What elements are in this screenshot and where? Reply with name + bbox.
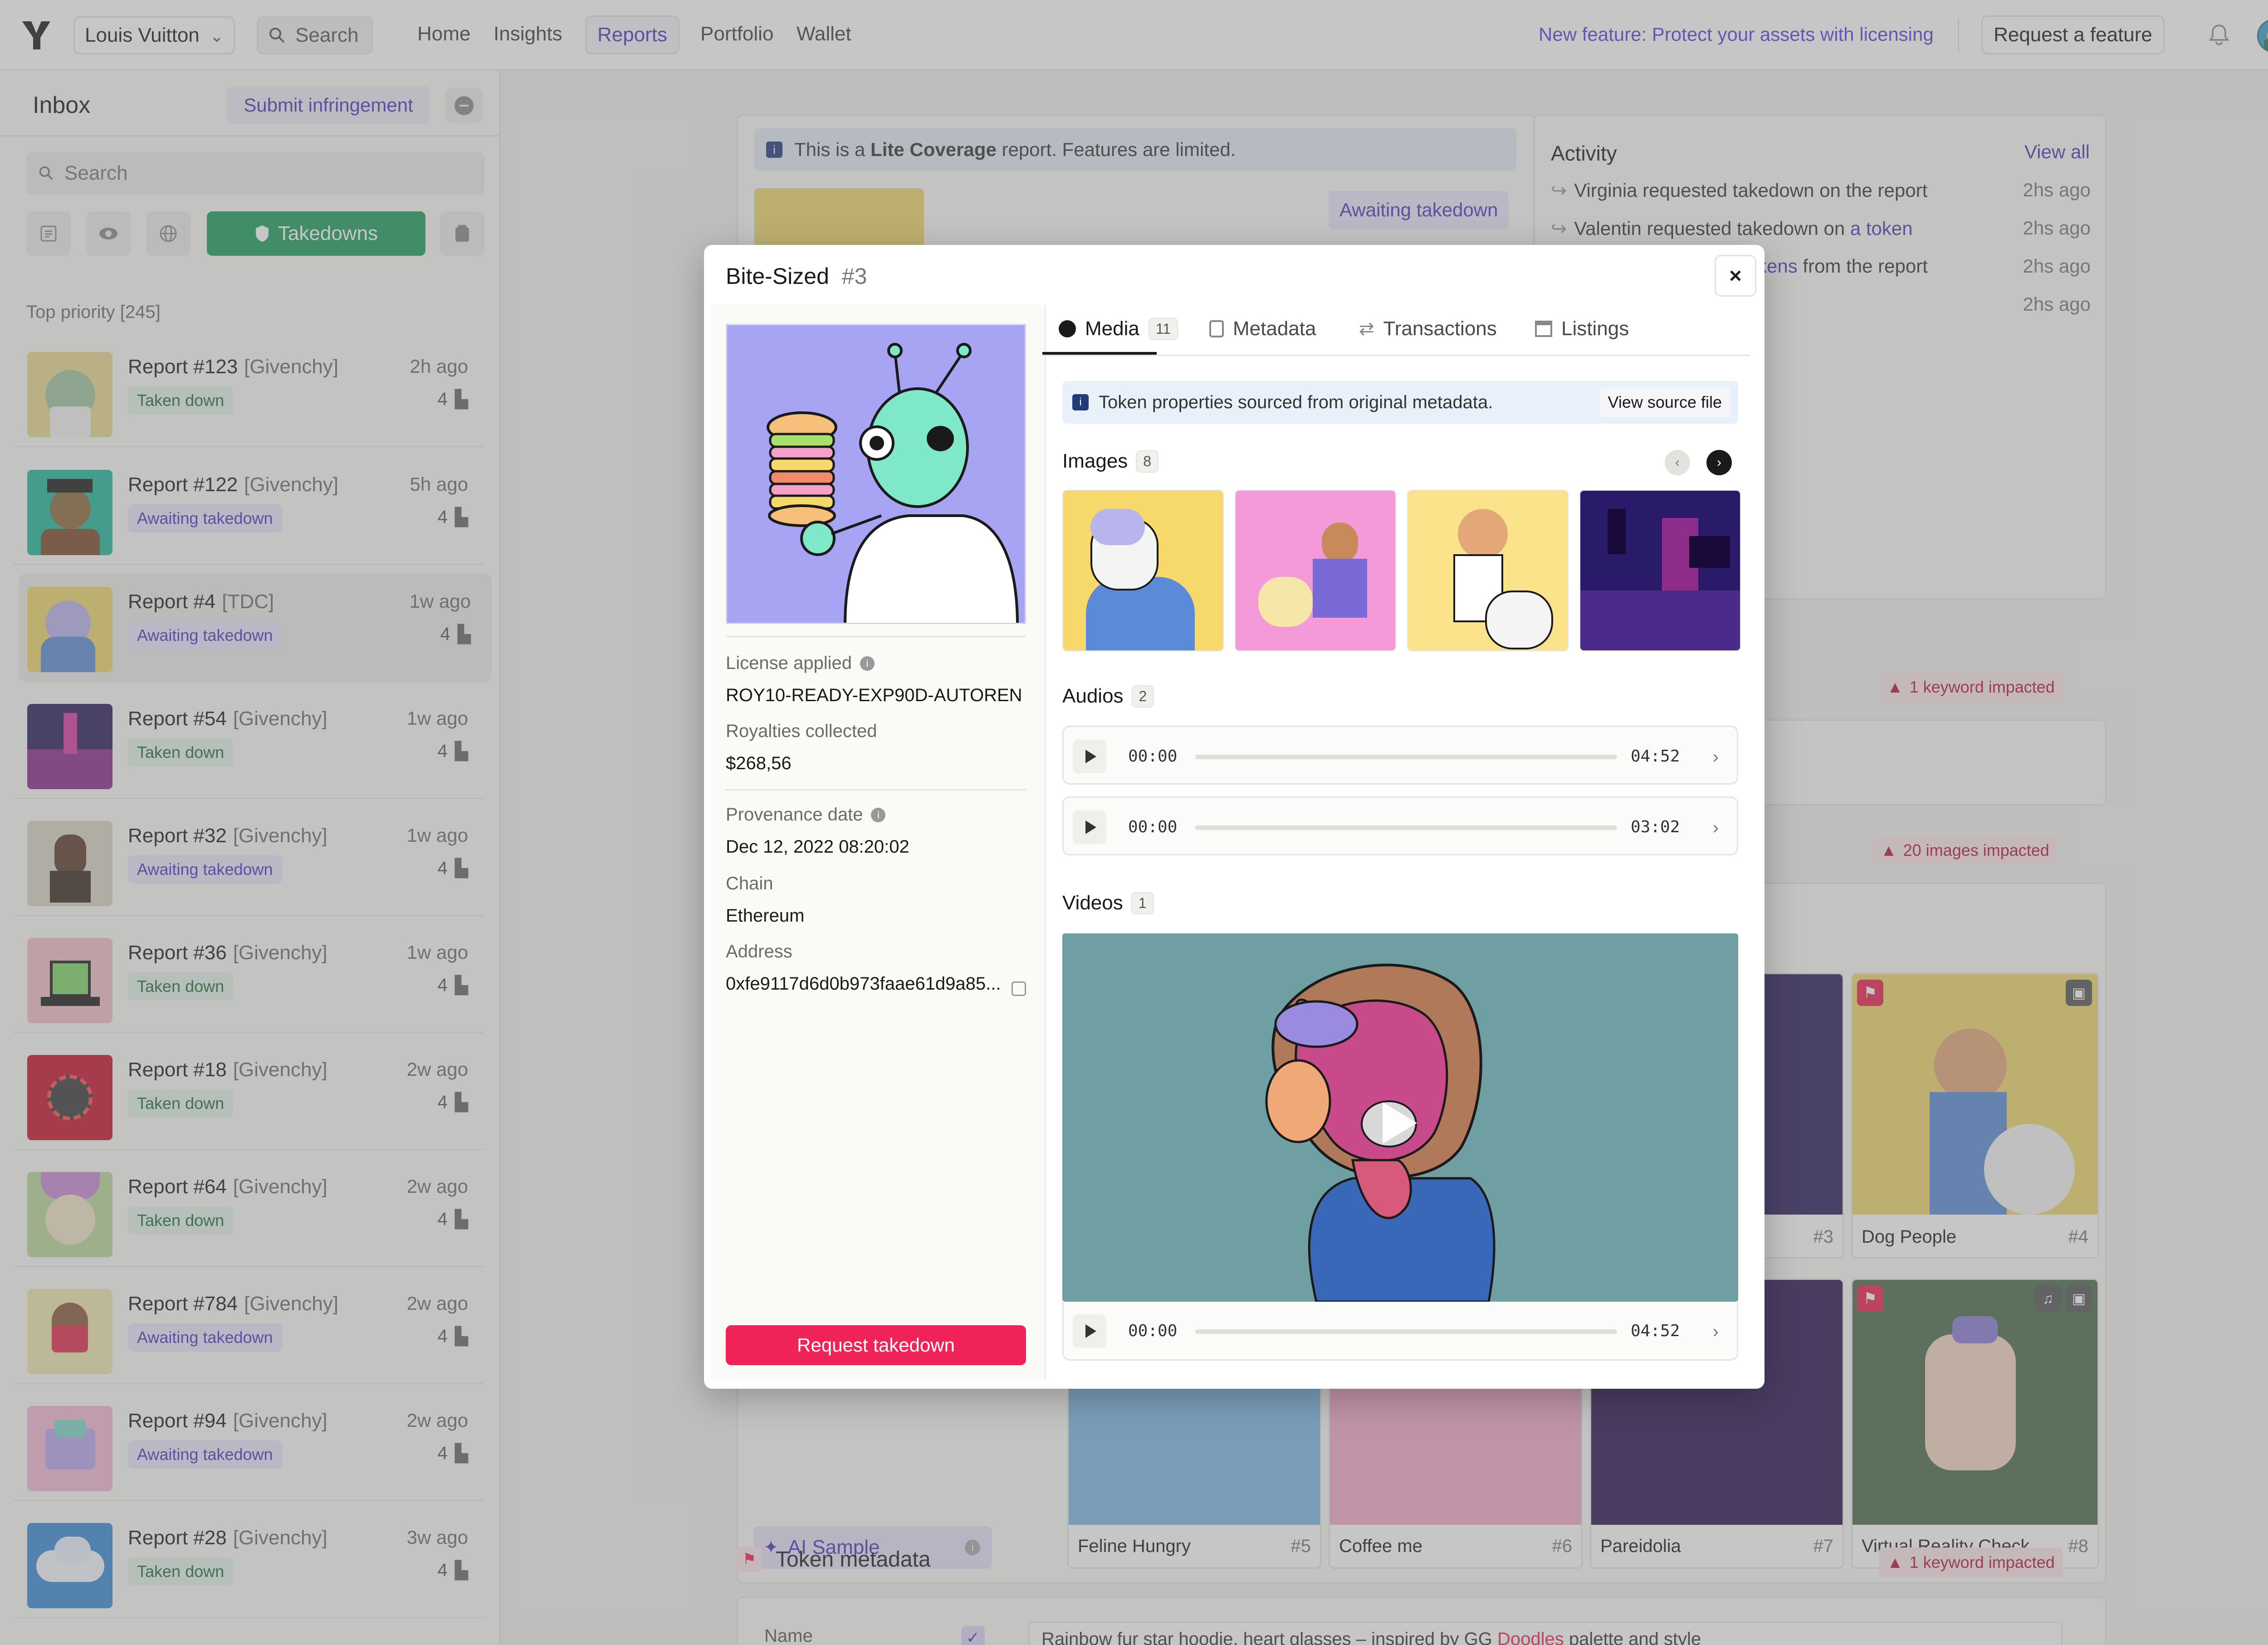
video-current-time: 00:00 — [1128, 1322, 1178, 1340]
royalties-label: Royalties collected — [726, 721, 877, 741]
license-value: ROY10-READY-EXP90D-AUTOREN — [726, 685, 1022, 705]
modal-title: Bite-Sized — [726, 264, 829, 289]
address-field: Address 0xfe9117d6d0b973faae61d9a85... — [726, 942, 1026, 996]
tab-metadata-label: Metadata — [1233, 317, 1316, 340]
audio-current-time: 00:00 — [1128, 747, 1178, 766]
chain-label: Chain — [726, 874, 773, 893]
media-image[interactable] — [1062, 490, 1224, 651]
provenance-value: Dec 12, 2022 08:20:02 — [726, 837, 909, 857]
panel-divider — [726, 636, 1026, 637]
token-detail-modal: Bite-Sized #3 License applied i ROY10-RE… — [704, 245, 1765, 1389]
close-icon — [1730, 270, 1741, 281]
media-image[interactable] — [1235, 490, 1396, 651]
audio-player: 00:00 03:02 › — [1062, 796, 1738, 855]
address-value: 0xfe9117d6d0b973faae61d9a85... — [726, 974, 1001, 994]
royalties-field: Royalties collected $268,56 — [726, 721, 877, 774]
audios-label: Audios — [1062, 685, 1124, 707]
modal-token-number: #3 — [841, 264, 867, 289]
license-field: License applied i ROY10-READY-EXP90D-AUTO… — [726, 653, 1022, 706]
video-player[interactable] — [1062, 933, 1738, 1302]
audio-total-time: 04:52 — [1631, 747, 1680, 766]
view-source-button[interactable]: View source file — [1599, 387, 1730, 417]
info-icon: i — [1072, 394, 1089, 410]
token-artwork — [726, 324, 1026, 624]
tab-listings-label: Listings — [1561, 317, 1629, 340]
play-button[interactable] — [1073, 740, 1106, 773]
tabs-divider — [1042, 355, 1750, 356]
audio-player: 00:00 04:52 › — [1062, 726, 1738, 785]
video-total-time: 04:52 — [1631, 1322, 1680, 1340]
palette-icon — [1059, 320, 1076, 337]
audio-current-time: 00:00 — [1128, 818, 1178, 836]
store-icon — [1535, 321, 1552, 337]
close-button[interactable] — [1715, 255, 1756, 297]
transactions-icon: ⇄ — [1359, 319, 1374, 339]
tab-media-label: Media — [1085, 317, 1139, 340]
source-notice-text: Token properties sourced from original m… — [1099, 392, 1493, 412]
play-overlay-icon[interactable] — [1383, 1102, 1417, 1144]
tab-metadata[interactable]: Metadata — [1209, 317, 1316, 340]
tab-transactions-label: Transactions — [1383, 317, 1497, 340]
request-takedown-label: Request takedown — [797, 1334, 955, 1356]
provenance-field: Provenance date i Dec 12, 2022 08:20:02 — [726, 805, 909, 857]
play-icon — [1085, 820, 1096, 834]
tab-listings[interactable]: Listings — [1535, 317, 1629, 340]
prev-arrow-icon[interactable]: ‹ — [1665, 450, 1690, 475]
audios-heading: Audios 2 — [1062, 685, 1154, 708]
audios-count: 2 — [1131, 685, 1154, 708]
audio-progress-bar[interactable] — [1195, 825, 1617, 830]
source-notice: i Token properties sourced from original… — [1062, 381, 1738, 424]
license-label: License applied — [726, 653, 852, 673]
view-source-label: View source file — [1608, 393, 1722, 411]
panel-divider — [726, 789, 1026, 791]
play-button[interactable] — [1073, 1314, 1106, 1348]
images-heading: Images 8 — [1062, 450, 1159, 473]
videos-count: 1 — [1131, 892, 1154, 914]
tab-media-count: 11 — [1148, 317, 1178, 340]
media-image[interactable] — [1579, 490, 1741, 651]
next-arrow-icon[interactable]: › — [1706, 450, 1732, 475]
audio-total-time: 03:02 — [1631, 818, 1680, 836]
request-takedown-button[interactable]: Request takedown — [726, 1325, 1026, 1365]
provenance-label: Provenance date — [726, 805, 863, 825]
royalties-value: $268,56 — [726, 753, 792, 773]
videos-heading: Videos 1 — [1062, 892, 1154, 914]
play-icon — [1085, 750, 1096, 763]
media-image[interactable] — [1407, 490, 1569, 651]
chain-value: Ethereum — [726, 906, 805, 926]
chevron-right-icon[interactable]: › — [1713, 747, 1719, 767]
videos-label: Videos — [1062, 892, 1123, 914]
info-icon: i — [860, 656, 875, 671]
play-button[interactable] — [1073, 810, 1106, 844]
modal-header: Bite-Sized #3 — [726, 263, 867, 289]
chevron-right-icon[interactable]: › — [1713, 1322, 1719, 1342]
info-icon: i — [871, 807, 886, 822]
tab-transactions[interactable]: ⇄ Transactions — [1359, 317, 1497, 340]
chain-field: Chain Ethereum — [726, 874, 804, 926]
video-progress-bar[interactable] — [1195, 1329, 1617, 1334]
copy-icon[interactable] — [1012, 981, 1026, 996]
video-controls: 00:00 04:52 › — [1062, 1302, 1738, 1361]
tab-media[interactable]: Media 11 — [1059, 317, 1178, 340]
chevron-right-icon[interactable]: › — [1713, 818, 1719, 838]
audio-progress-bar[interactable] — [1195, 755, 1617, 759]
document-icon — [1209, 320, 1224, 337]
images-label: Images — [1062, 450, 1128, 472]
images-count: 8 — [1136, 450, 1159, 473]
token-info-panel: License applied i ROY10-READY-EXP90D-AUTO… — [710, 305, 1046, 1380]
play-icon — [1085, 1324, 1096, 1338]
alien-burger-illustration — [767, 343, 1019, 623]
address-label: Address — [726, 942, 792, 962]
